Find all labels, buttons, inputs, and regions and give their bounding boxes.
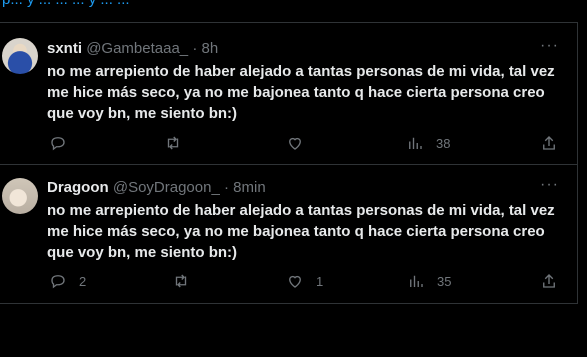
separator-dot: · [192, 40, 198, 57]
user-name[interactable]: Dragoon [47, 179, 109, 196]
share-icon [543, 136, 555, 150]
user-handle[interactable]: @Gambetaaa_ [86, 40, 188, 57]
views-button[interactable]: 35 [407, 272, 451, 290]
reply-icon [51, 137, 65, 151]
views-button[interactable]: 38 [406, 134, 450, 152]
share-button[interactable] [540, 134, 558, 152]
reply-button[interactable] [49, 134, 79, 152]
separator-dot: · [223, 179, 229, 196]
views-icon [410, 275, 423, 287]
like-count: 1 [316, 273, 324, 289]
user-name[interactable]: sxnti [47, 40, 82, 57]
reply-button[interactable]: 2 [49, 272, 86, 290]
tweet-actions: 2 1 35 [47, 272, 567, 292]
avatar[interactable] [2, 38, 38, 74]
timestamp[interactable]: 8h [201, 40, 218, 57]
scrollbar[interactable] [579, 0, 587, 357]
tweet-header: sxnti @Gambetaaa_ · 8h [47, 40, 218, 57]
user-handle[interactable]: @SoyDragoon_ [113, 179, 220, 196]
more-icon[interactable]: ··· [540, 37, 559, 55]
column-border [577, 22, 578, 303]
cut-off-link[interactable]: p... y ... ... ... y ... ... [2, 0, 130, 8]
tweet-header: Dragoon @SoyDragoon_ · 8min [47, 179, 266, 196]
like-icon [289, 275, 301, 288]
like-button[interactable] [286, 134, 316, 152]
tweet-text: no me arrepiento de haber alejado a tant… [47, 63, 555, 122]
like-icon [289, 137, 301, 150]
views-count: 35 [437, 273, 452, 289]
retweet-button[interactable] [172, 272, 202, 290]
tweet-actions: 38 [47, 134, 567, 154]
reply-count: 2 [79, 273, 87, 289]
tweet-text: no me arrepiento de haber alejado a tant… [47, 202, 555, 261]
tweet-2[interactable]: Dragoon @SoyDragoon_ · 8min ··· no me ar… [0, 165, 577, 303]
retweet-icon [167, 136, 179, 150]
retweet-icon [175, 274, 187, 288]
timestamp[interactable]: 8min [233, 179, 266, 196]
avatar[interactable] [2, 178, 38, 214]
views-icon [409, 137, 422, 149]
tweet-1[interactable]: sxnti @Gambetaaa_ · 8h ··· no me arrepie… [0, 23, 577, 164]
previous-tweet-fragment: p... y ... ... ... y ... ... [0, 0, 587, 22]
views-count: 38 [436, 135, 451, 151]
share-icon [543, 274, 555, 288]
retweet-button[interactable] [164, 134, 194, 152]
reply-icon [51, 275, 65, 289]
like-button[interactable]: 1 [286, 272, 323, 290]
divider [0, 303, 578, 304]
more-icon[interactable]: ··· [540, 176, 559, 194]
share-button[interactable] [540, 272, 558, 290]
